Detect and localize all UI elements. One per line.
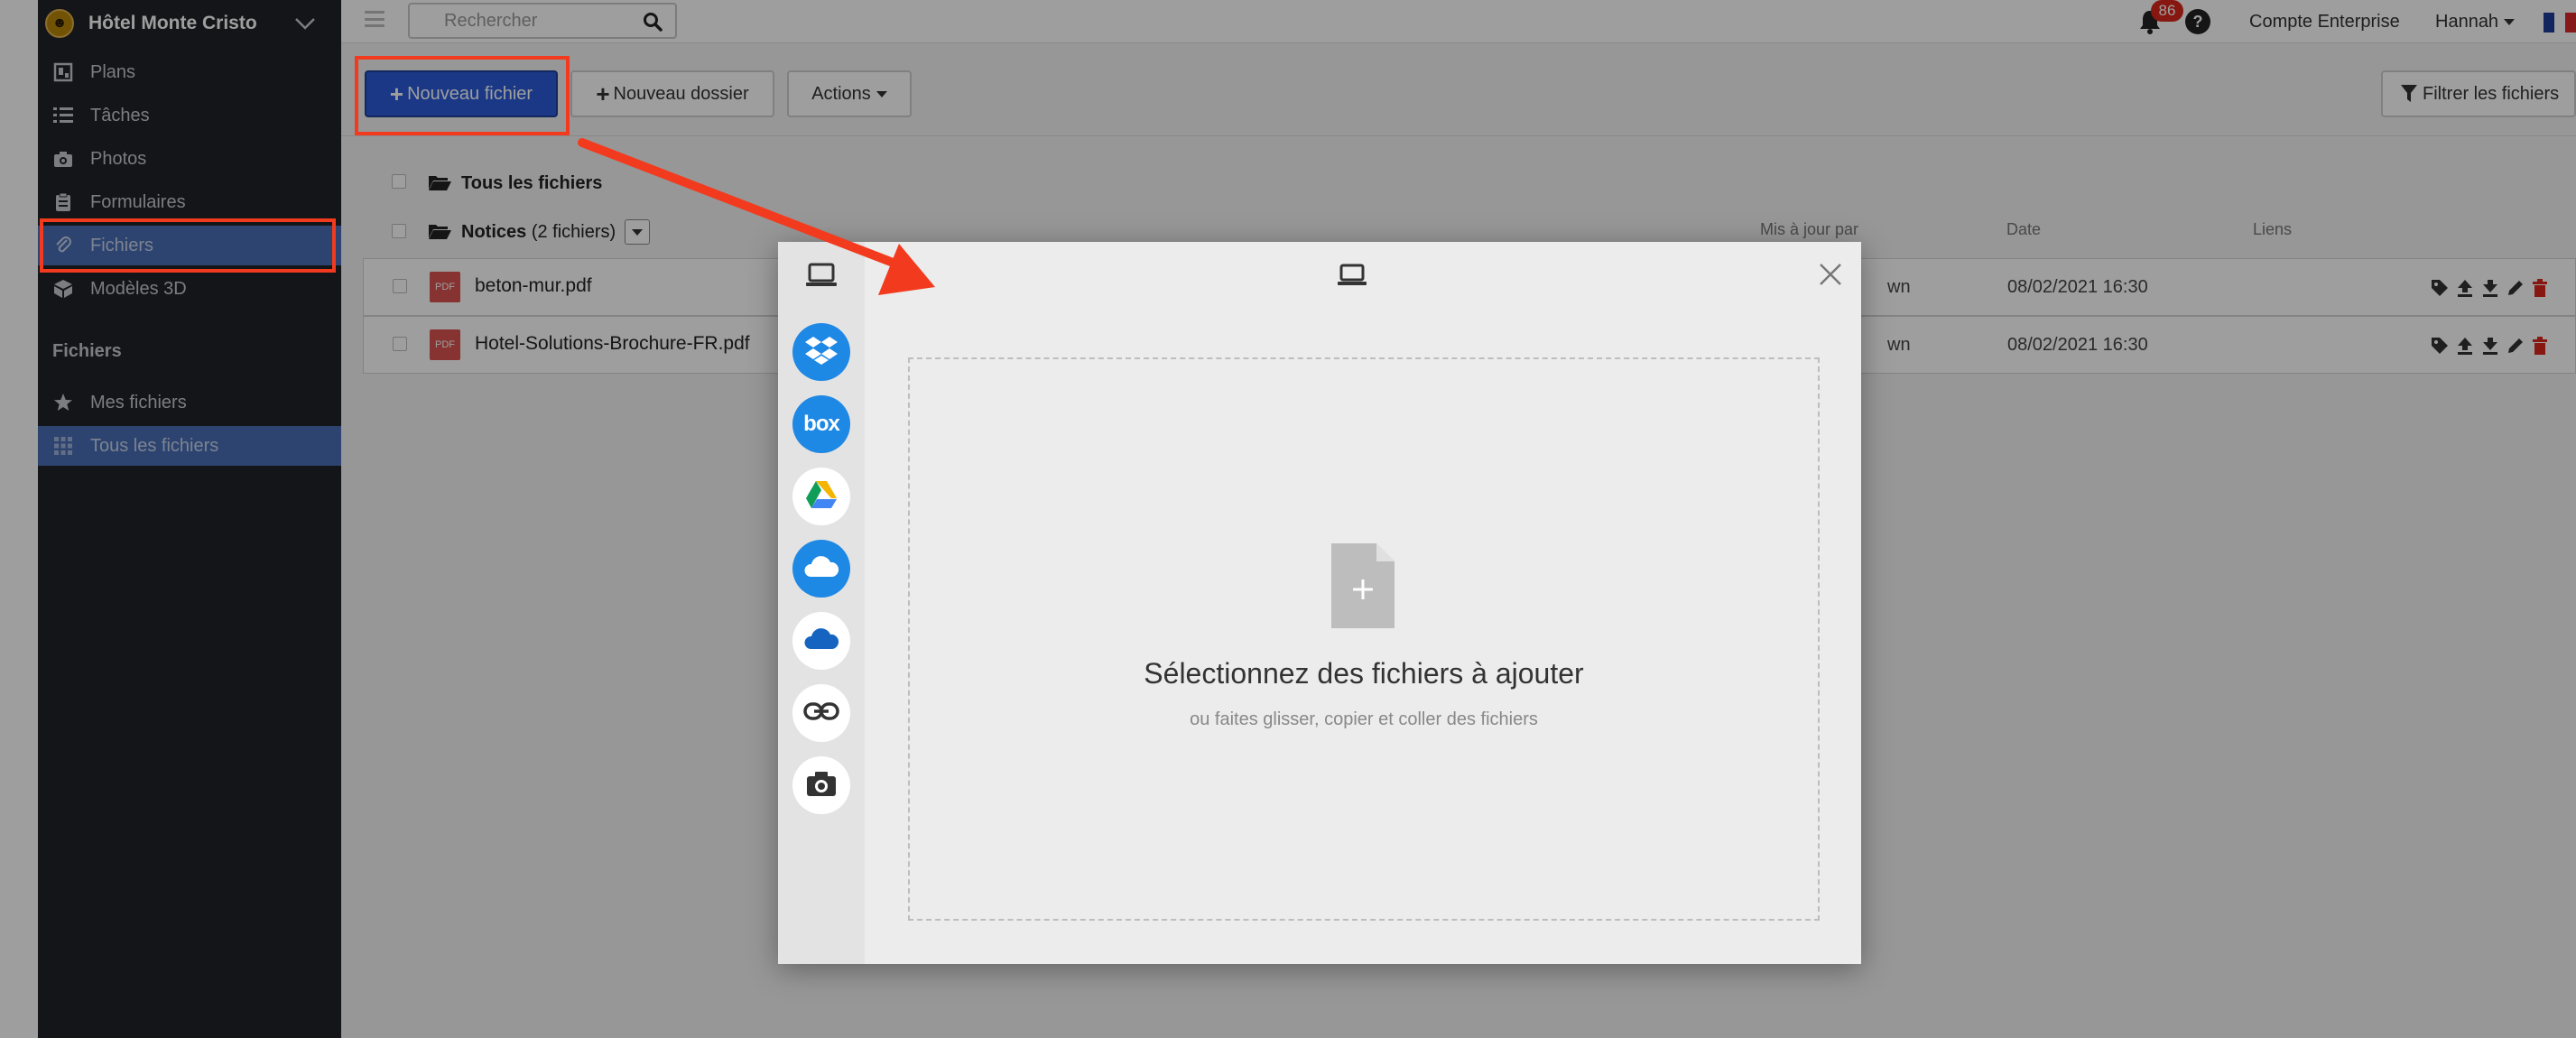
annotation-arrow-icon: [578, 138, 935, 295]
